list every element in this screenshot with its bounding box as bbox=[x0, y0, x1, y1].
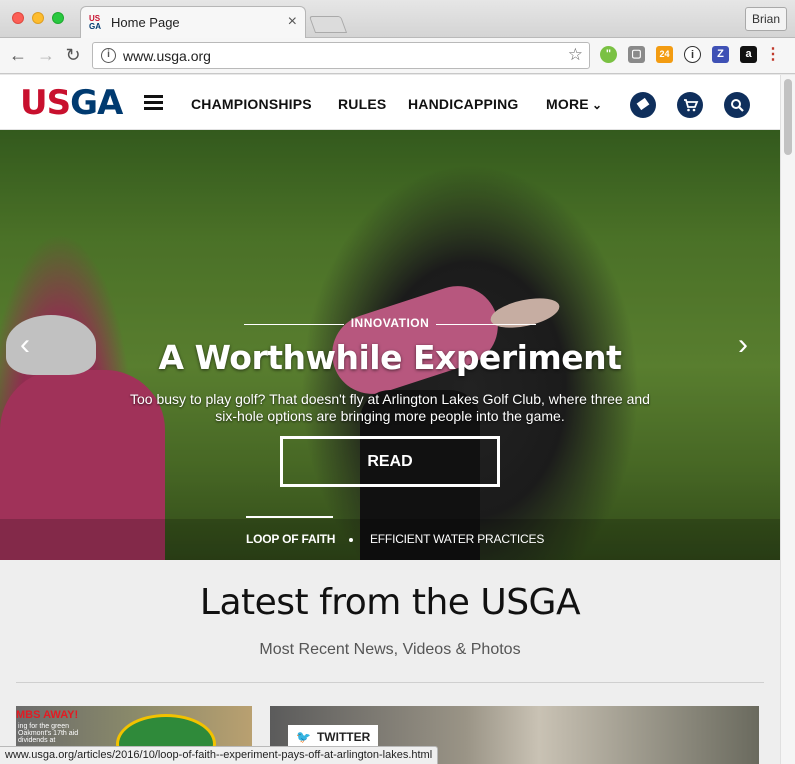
status-bar-url: www.usga.org/articles/2016/10/loop-of-fa… bbox=[0, 746, 439, 764]
cart-icon[interactable] bbox=[677, 92, 703, 118]
hero-kicker-label: INNOVATION bbox=[350, 316, 430, 330]
bookmark-star-icon[interactable]: ☆ bbox=[568, 45, 583, 65]
section-divider bbox=[16, 682, 764, 683]
card-headline: MBS AWAY! bbox=[16, 709, 79, 721]
grey-extension-icon[interactable]: ▢ bbox=[628, 46, 645, 63]
address-url[interactable]: www.usga.org bbox=[123, 48, 211, 64]
browser-tab[interactable]: US GA Home Page × bbox=[80, 6, 306, 39]
hero-kicker: INNOVATION bbox=[244, 316, 536, 332]
tab-title: Home Page bbox=[111, 15, 180, 30]
slide-link-loop-of-faith[interactable]: LOOP OF FAITH bbox=[246, 532, 335, 546]
chrome-menu-icon[interactable]: ⋮ bbox=[765, 46, 781, 64]
onepassword-extension-icon[interactable]: i bbox=[684, 46, 701, 63]
hero-carousel: ‹ › INNOVATION A Worthwhile Experiment T… bbox=[0, 130, 780, 560]
tab-close-icon[interactable]: × bbox=[288, 13, 297, 31]
nav-handicapping[interactable]: HANDICAPPING bbox=[408, 96, 519, 112]
minimize-window-button[interactable] bbox=[32, 12, 44, 24]
page-scrollbar[interactable] bbox=[780, 75, 795, 764]
nav-rules[interactable]: RULES bbox=[338, 96, 386, 112]
search-icon[interactable] bbox=[724, 92, 750, 118]
reload-icon[interactable]: ↻ bbox=[63, 45, 83, 65]
twitter-bird-icon: 🐦 bbox=[296, 730, 311, 744]
hero-footer-links: LOOP OF FAITH EFFICIENT WATER PRACTICES bbox=[0, 516, 780, 560]
hamburger-menu-icon[interactable] bbox=[144, 95, 163, 110]
nav-more[interactable]: MORE bbox=[546, 96, 589, 112]
amazon-extension-icon[interactable]: a bbox=[740, 46, 757, 63]
browser-toolbar: ← → ↻ i www.usga.org ☆ " ▢ 24 i Z a ⋮ bbox=[0, 38, 795, 74]
site-header: USGA CHAMPIONSHIPS RULES HANDICAPPING MO… bbox=[0, 75, 780, 130]
new-tab-button[interactable] bbox=[308, 16, 348, 33]
evernote-extension-icon[interactable]: " bbox=[600, 46, 617, 63]
read-button[interactable]: READ bbox=[280, 436, 500, 487]
back-arrow-icon[interactable]: ← bbox=[8, 45, 28, 65]
rss-extension-icon[interactable]: 24 bbox=[656, 46, 673, 63]
active-slide-indicator bbox=[246, 516, 333, 518]
bullet-separator bbox=[349, 538, 353, 542]
scroll-thumb[interactable] bbox=[784, 79, 792, 155]
browser-titlebar: US GA Home Page × Brian bbox=[0, 0, 795, 39]
webpage: USGA CHAMPIONSHIPS RULES HANDICAPPING MO… bbox=[0, 75, 780, 764]
usga-logo[interactable]: USGA bbox=[20, 83, 123, 123]
address-bar[interactable]: i www.usga.org ☆ bbox=[92, 42, 590, 69]
slide-link-water-practices[interactable]: EFFICIENT WATER PRACTICES bbox=[370, 532, 544, 546]
zotero-extension-icon[interactable]: Z bbox=[712, 46, 729, 63]
maximize-window-button[interactable] bbox=[52, 12, 64, 24]
latest-section-subtitle: Most Recent News, Videos & Photos bbox=[259, 641, 521, 658]
usga-favicon-icon: US GA bbox=[89, 14, 101, 31]
profile-button[interactable]: Brian bbox=[744, 7, 787, 31]
chevron-down-icon[interactable]: ⌄ bbox=[592, 98, 602, 112]
forward-arrow-icon[interactable]: → bbox=[36, 45, 56, 65]
hero-description: Too busy to play golf? That doesn't fly … bbox=[130, 391, 650, 424]
latest-section-title: Latest from the USGA bbox=[199, 582, 581, 623]
hero-title[interactable]: A Worthwhile Experiment bbox=[0, 338, 780, 377]
info-icon[interactable]: i bbox=[101, 48, 116, 63]
nav-championships[interactable]: CHAMPIONSHIPS bbox=[191, 96, 312, 112]
close-window-button[interactable] bbox=[12, 12, 24, 24]
ticket-icon[interactable] bbox=[630, 92, 656, 118]
card-caption: ing for the green Oakmont's 17th aid div… bbox=[18, 723, 79, 744]
